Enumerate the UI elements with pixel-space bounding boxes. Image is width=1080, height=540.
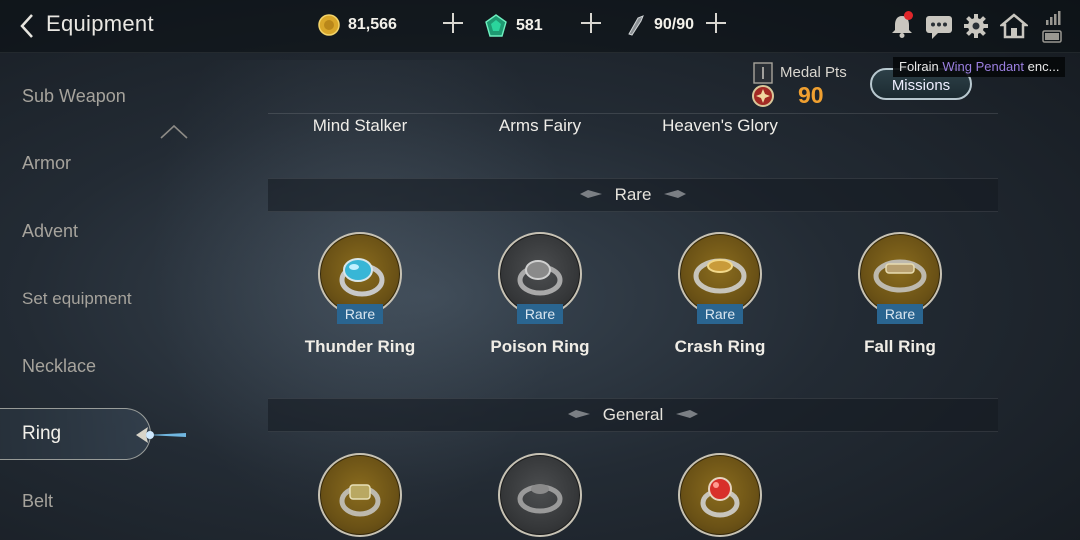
item-name[interactable]: Poison Ring xyxy=(450,337,630,357)
ring-icon xyxy=(700,477,740,518)
ring-icon xyxy=(517,484,563,514)
back-arrow-icon[interactable] xyxy=(16,12,40,40)
sidebar-item-advent[interactable]: Advent xyxy=(22,221,78,242)
gold-coin-icon xyxy=(318,14,340,36)
sidebar-item-label: Ring xyxy=(22,423,62,444)
tooltip-prefix: Folrain xyxy=(899,59,943,74)
section-title: General xyxy=(602,405,664,424)
gem-amount: 581 xyxy=(516,17,543,34)
item-frame xyxy=(318,453,402,537)
ring-icon xyxy=(873,259,927,293)
item-slot-general-ring-1[interactable] xyxy=(318,453,402,537)
medal-points-label: Medal Pts xyxy=(780,64,847,81)
ring-icon xyxy=(339,258,385,297)
chat-icon[interactable] xyxy=(924,12,954,40)
signal-battery-icon xyxy=(1042,11,1062,43)
sidebar-item-belt[interactable]: Belt xyxy=(22,491,53,512)
item-name[interactable]: Heaven's Glory xyxy=(630,116,810,136)
item-slot-poison-ring[interactable]: Rare xyxy=(498,232,582,324)
gold-currency: 81,566 xyxy=(318,14,397,36)
item-slot-crash-ring[interactable]: Rare xyxy=(678,232,762,324)
tooltip-suffix: enc... xyxy=(1024,59,1060,74)
item-frame xyxy=(498,453,582,537)
item-name[interactable]: Mind Stalker xyxy=(270,116,450,136)
sidebar-item-necklace[interactable]: Necklace xyxy=(22,356,96,377)
gold-amount: 81,566 xyxy=(348,16,397,33)
sidebar-item-armor[interactable]: Armor xyxy=(22,153,71,174)
stamina-amount: 90/90 xyxy=(654,16,695,33)
sidebar-item-set-equipment[interactable]: Set equipment xyxy=(22,289,132,309)
rarity-badge: Rare xyxy=(877,304,923,324)
category-sidebar: Sub Weapon Armor Advent Set equipment Ne… xyxy=(0,52,190,540)
item-name[interactable]: Thunder Ring xyxy=(270,337,450,357)
chevron-up-icon[interactable] xyxy=(160,124,188,140)
item-slot-general-ring-2[interactable] xyxy=(498,453,582,537)
medal-icon xyxy=(752,62,774,107)
stamina-icon xyxy=(628,15,644,36)
sidebar-item-sub-weapon[interactable]: Sub Weapon xyxy=(22,86,126,107)
tooltip-item-name: Wing Pendant xyxy=(942,59,1025,74)
section-title: Rare xyxy=(614,185,652,204)
ring-icon xyxy=(693,258,747,294)
item-slot-thunder-ring[interactable]: Rare xyxy=(318,232,402,324)
ornament-icon xyxy=(664,190,686,198)
item-slot-fall-ring[interactable]: Rare xyxy=(858,232,942,324)
item-name[interactable]: Crash Ring xyxy=(630,337,810,357)
notification-tooltip: Folrain Wing Pendant enc... xyxy=(893,57,1066,77)
rarity-badge: Rare xyxy=(517,304,563,324)
divider xyxy=(268,113,998,114)
item-name[interactable]: Fall Ring xyxy=(810,337,990,357)
rarity-badge: Rare xyxy=(697,304,743,324)
item-name[interactable]: Arms Fairy xyxy=(450,116,630,136)
medal-points-value: 90 xyxy=(798,82,824,108)
item-frame xyxy=(678,453,762,537)
gem-currency: 581 xyxy=(484,14,543,38)
rarity-badge: Rare xyxy=(337,304,383,324)
ring-icon xyxy=(339,484,381,517)
sidebar-item-ring[interactable]: Ring xyxy=(0,408,151,460)
item-slot-general-ring-3[interactable] xyxy=(678,453,762,537)
gem-icon xyxy=(485,14,507,37)
ring-icon xyxy=(517,260,563,296)
selection-pointer-icon xyxy=(136,427,186,443)
top-bar: Equipment 81,566 581 90/90 xyxy=(0,0,1080,53)
gear-icon[interactable] xyxy=(962,12,990,40)
page-title: Equipment xyxy=(46,11,154,36)
notification-dot xyxy=(904,11,913,20)
add-stamina-button[interactable] xyxy=(705,12,727,34)
home-icon[interactable] xyxy=(1000,12,1028,40)
stamina-currency: 90/90 xyxy=(626,14,694,36)
add-gold-button[interactable] xyxy=(442,12,464,34)
ornament-icon xyxy=(676,410,698,418)
add-gem-button[interactable] xyxy=(580,12,602,34)
